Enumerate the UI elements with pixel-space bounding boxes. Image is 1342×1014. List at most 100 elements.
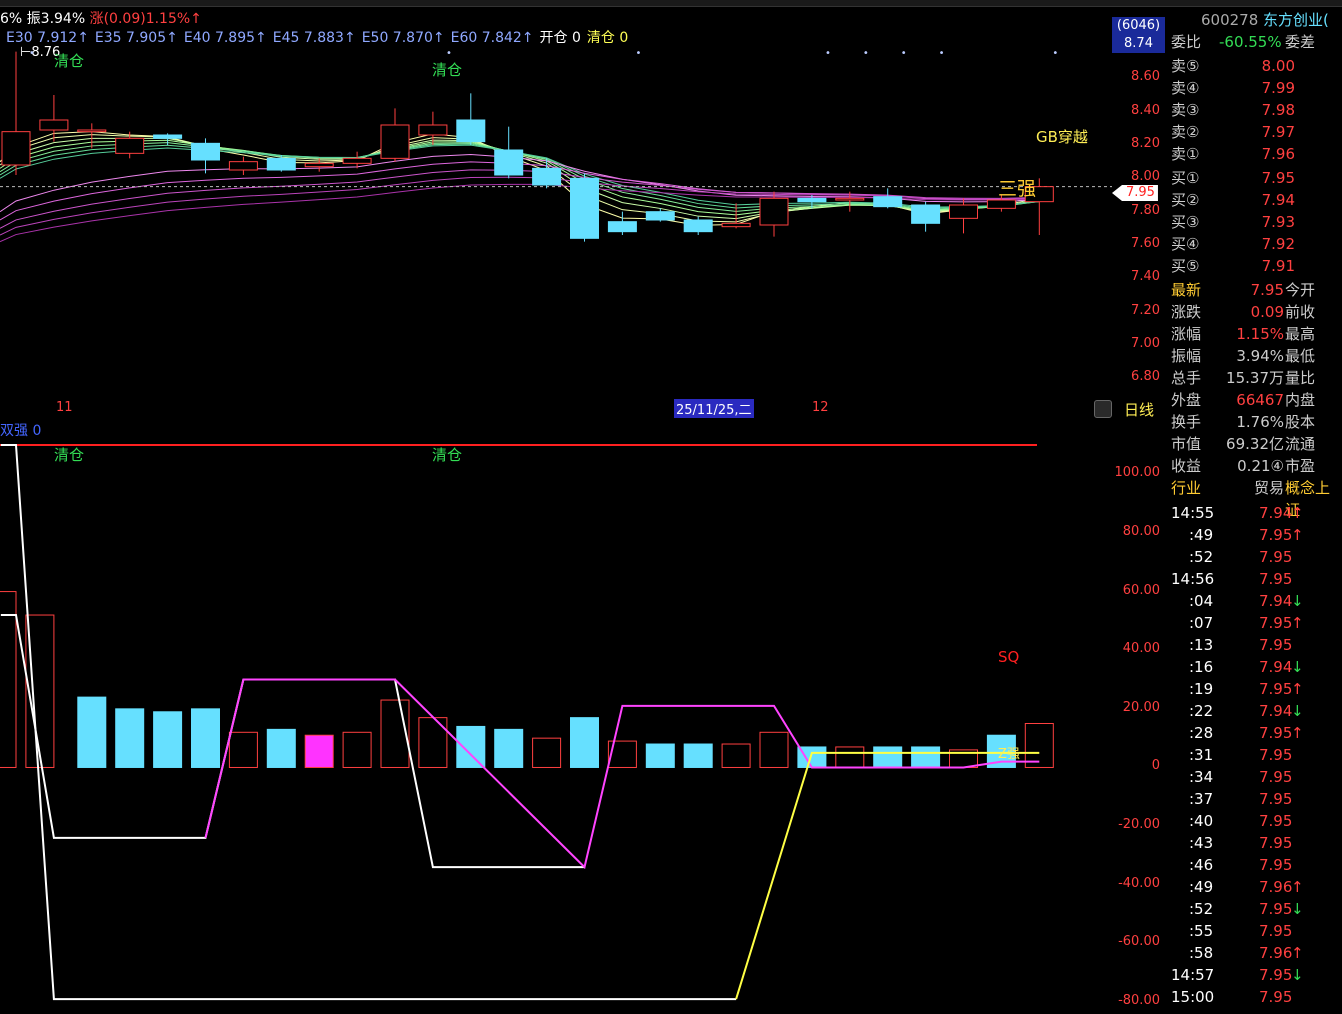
tick-row: :43 7.95 bbox=[1189, 834, 1293, 852]
period-toggle-checkbox[interactable] bbox=[1094, 400, 1112, 418]
candle-body bbox=[835, 197, 865, 201]
candle-body bbox=[115, 137, 145, 154]
sub-y-tick: 20.00 bbox=[1122, 699, 1160, 715]
sub-bar bbox=[191, 708, 220, 768]
candle-body bbox=[759, 197, 789, 226]
candle-body bbox=[77, 129, 107, 133]
main-y-tick: 8.40 bbox=[1131, 102, 1160, 118]
z-strong-label: Z强 bbox=[998, 747, 1020, 762]
sub-bar bbox=[683, 743, 713, 768]
tick-row: :40 7.95 bbox=[1189, 812, 1293, 830]
buy-level-row[interactable]: 买④ 7.92 bbox=[1171, 233, 1295, 255]
main-y-tick: 8.20 bbox=[1131, 136, 1160, 151]
buy-level-row[interactable]: 买⑤ 7.91 bbox=[1171, 255, 1295, 277]
top-dot-marker: • bbox=[939, 48, 945, 59]
quote-panel: (6046) 8.74 600278 东方创业( 委比 -60.55% 委差 卖⑤… bbox=[1112, 0, 1342, 1014]
candle-body bbox=[39, 119, 69, 131]
buy-level-row[interactable]: 买② 7.94 bbox=[1171, 189, 1295, 211]
sub-bar bbox=[532, 737, 562, 768]
stat-row: 涨幅 1.15% 最高 bbox=[1171, 325, 1316, 343]
sub-bar bbox=[911, 746, 941, 768]
candle-body bbox=[797, 197, 827, 203]
period-label[interactable]: 日线 bbox=[1124, 399, 1154, 420]
candle-body bbox=[721, 222, 751, 228]
top-dot-marker: • bbox=[825, 48, 831, 59]
sell-level-row[interactable]: 卖② 7.97 bbox=[1171, 121, 1295, 143]
sub-bar bbox=[115, 708, 145, 768]
candle-body bbox=[304, 162, 334, 168]
sub-bar bbox=[835, 746, 865, 768]
tick-row: :22 7.94 ↓ bbox=[1189, 702, 1304, 720]
tick-row: :19 7.95 ↑ bbox=[1189, 680, 1304, 698]
r-marker bbox=[1199, 10, 1207, 18]
sell-level-row[interactable]: 卖④ 7.99 bbox=[1171, 77, 1295, 99]
top-dot-marker: • bbox=[446, 48, 452, 59]
sell-level-row[interactable]: 卖③ 7.98 bbox=[1171, 99, 1295, 121]
sub-y-tick: 60.00 bbox=[1122, 582, 1160, 598]
main-y-tick: 7.80 bbox=[1131, 202, 1160, 218]
tick-row: 14:57 7.95 ↓ bbox=[1171, 966, 1304, 984]
sub-y-tick: 100.00 bbox=[1114, 465, 1161, 481]
sub-qingcang-label-2: 清仓 bbox=[432, 446, 463, 464]
sell-level-row[interactable]: 卖⑤ 8.00 bbox=[1171, 55, 1295, 77]
white-line bbox=[0, 444, 737, 1001]
candle-body bbox=[911, 204, 941, 224]
ma-line bbox=[0, 183, 1040, 243]
sub-bar bbox=[228, 731, 258, 768]
main-y-tick: 6.80 bbox=[1131, 369, 1160, 385]
candle-body bbox=[191, 142, 220, 161]
magenta-line bbox=[204, 678, 1040, 870]
sub-chart-title: 双强 0 bbox=[0, 423, 42, 439]
sub-bar bbox=[342, 731, 372, 768]
tick-row: :49 7.96 ↑ bbox=[1189, 878, 1304, 896]
tick-row: :07 7.95 ↑ bbox=[1189, 614, 1304, 632]
sub-y-tick: 0 bbox=[1151, 758, 1160, 774]
gb-cross-label: GB穿越 bbox=[1036, 128, 1088, 146]
tick-row: :28 7.95 ↑ bbox=[1189, 724, 1304, 742]
candle-body bbox=[1, 131, 31, 166]
stat-row: 最新 7.95 今开 bbox=[1171, 281, 1316, 299]
stat-row: 总手 15.37万 量比 bbox=[1171, 369, 1316, 387]
date-label-12: 12 bbox=[812, 400, 829, 415]
candle-body bbox=[380, 124, 410, 159]
sub-bar bbox=[759, 731, 789, 768]
chart-canvas[interactable]: • • • • • • • • bbox=[0, 0, 1165, 1014]
sub-y-tick: 80.00 bbox=[1122, 523, 1160, 539]
sell-level-row[interactable]: 卖① 7.96 bbox=[1171, 143, 1295, 165]
sub-bar bbox=[873, 746, 903, 768]
candle-body bbox=[418, 124, 448, 136]
date-label-11: 11 bbox=[56, 400, 73, 415]
sq-label: SQ bbox=[998, 648, 1020, 666]
stat-row: 行业 贸易 概念上证 bbox=[1171, 479, 1331, 519]
main-y-tick: 7.40 bbox=[1131, 269, 1160, 285]
weibi-row: 委比 -60.55% 委差 bbox=[1171, 33, 1316, 51]
stat-row: 涨跌 0.09 前收 bbox=[1171, 303, 1316, 321]
buy-level-row[interactable]: 买① 7.95 bbox=[1171, 167, 1295, 189]
sub-bar bbox=[456, 725, 486, 768]
candle-body bbox=[342, 157, 372, 164]
candle-body bbox=[228, 161, 258, 171]
top-dot-marker: • bbox=[29, 48, 35, 59]
sub-bar bbox=[153, 711, 183, 768]
sub-y-tick: -20.00 bbox=[1118, 817, 1160, 833]
candle-body bbox=[570, 177, 599, 239]
stat-row: 收益 0.21④ 市盈 bbox=[1171, 457, 1316, 475]
sub-y-tick: -80.00 bbox=[1118, 993, 1160, 1008]
main-y-tick: 7.20 bbox=[1131, 302, 1160, 318]
tick-row: :04 7.94 ↓ bbox=[1189, 592, 1304, 610]
cursor-date-label: 25/11/25,二 bbox=[674, 399, 754, 418]
qingcang-label-1: 清仓 bbox=[54, 52, 85, 70]
san-qiang-label: 三强 bbox=[998, 178, 1037, 200]
yellow-line bbox=[735, 751, 1040, 1000]
stock-name: 东方创业( bbox=[1263, 11, 1329, 29]
sub-y-tick: -40.00 bbox=[1118, 875, 1160, 891]
tick-row: :37 7.95 bbox=[1189, 790, 1293, 808]
buy-level-row[interactable]: 买③ 7.93 bbox=[1171, 211, 1295, 233]
tick-row: :34 7.95 bbox=[1189, 768, 1293, 786]
tick-row: 14:56 7.95 bbox=[1171, 570, 1293, 588]
tick-row: :52 7.95 bbox=[1189, 548, 1293, 566]
stat-row: 换手 1.76% 股本 bbox=[1171, 413, 1316, 431]
top-dot-marker: • bbox=[901, 48, 907, 59]
main-y-tick: 7.60 bbox=[1131, 236, 1160, 251]
sub-bar bbox=[494, 728, 524, 768]
